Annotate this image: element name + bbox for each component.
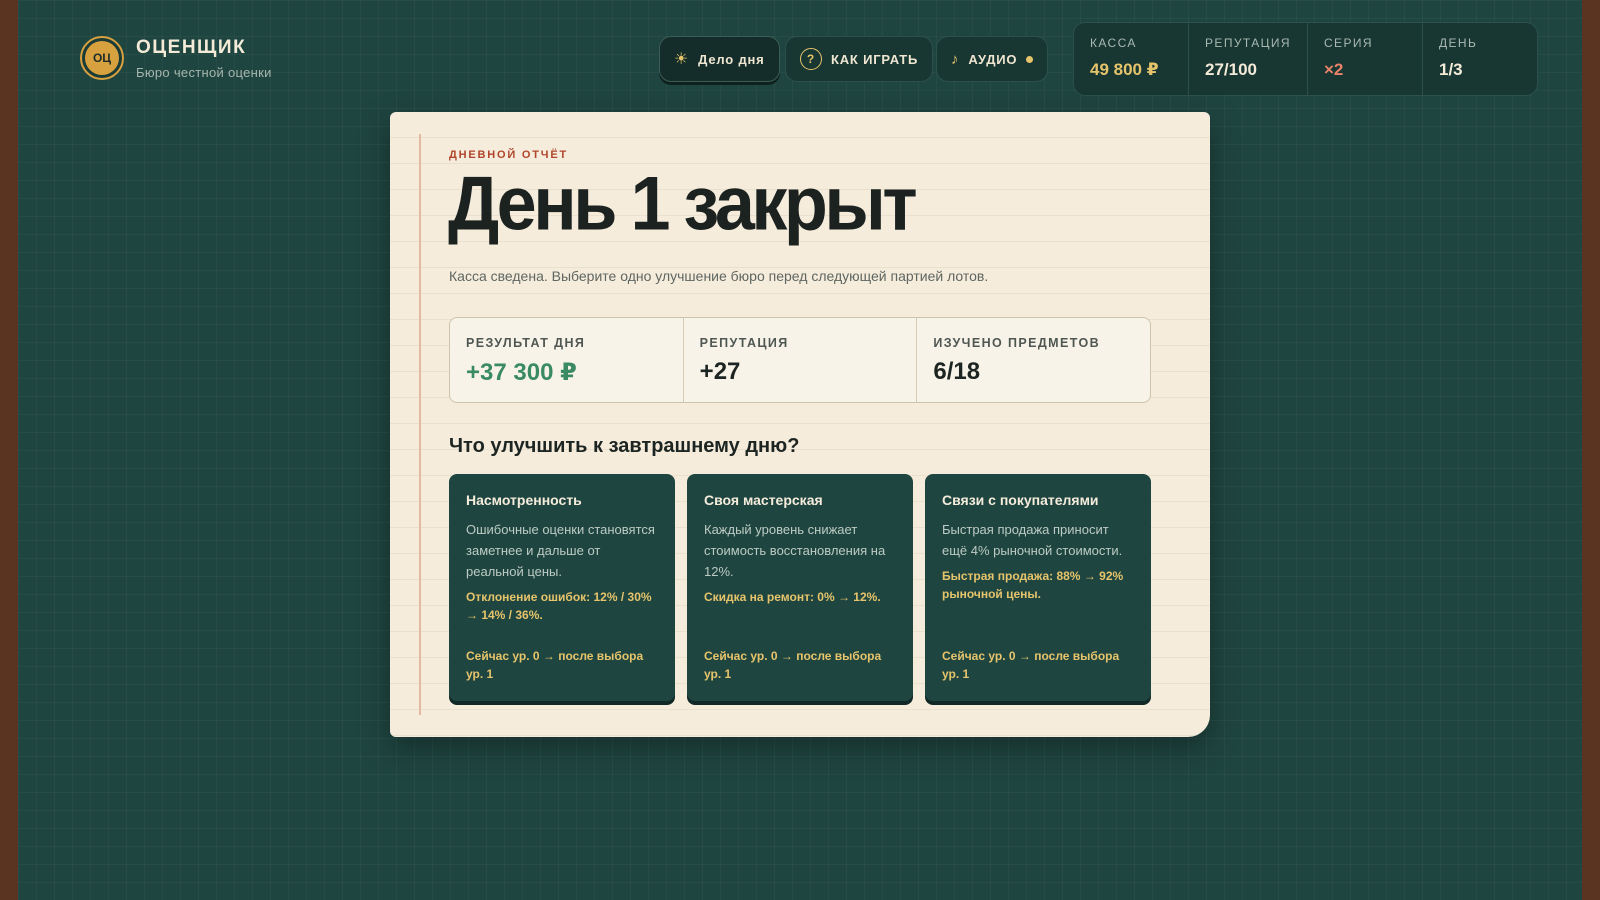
result-value: +37 300 ₽ [466,359,577,386]
stat-value: 49 800 ₽ [1090,60,1159,79]
option-title: Насмотренность [466,492,582,508]
stat-label: СЕРИЯ [1323,36,1373,50]
margin-line [419,134,421,715]
report-subtitle: Касса сведена. Выберите одно улучшение б… [449,268,989,284]
result-day-profit: РЕЗУЛЬТАТ ДНЯ +37 300 ₽ [450,318,684,402]
result-label: ИЗУЧЕНО ПРЕДМЕТОВ [933,336,1100,350]
option-effect: Быстрая продажа: 88% → 92% рыночной цены… [942,569,1124,601]
result-value: 6/18 [933,358,981,385]
stat-value: ×2 [1323,60,1344,79]
result-label: РЕЗУЛЬТАТ ДНЯ [466,336,586,350]
upgrade-options: Насмотренность Ошибочные оценки становят… [449,474,1151,701]
option-level: Сейчас ур. 0 → после выбора ур. 1 [466,649,644,681]
stat-label: РЕПУТАЦИЯ [1205,36,1291,50]
upgrade-option-workshop[interactable]: Своя мастерская Каждый уровень снижает с… [687,474,913,701]
option-description: Быстрая продажа приносит ещё 4% рыночной… [942,522,1123,558]
daily-case-button[interactable]: ☀ Дело дня [659,36,780,82]
option-effect: Скидка на ремонт: 0% → 12%. [704,590,881,604]
result-items-studied: ИЗУЧЕНО ПРЕДМЕТОВ 6/18 [917,318,1150,402]
question-icon: ? [800,48,822,70]
result-value: +27 [699,358,741,385]
option-title: Связи с покупателями [942,492,1099,508]
result-label: РЕПУТАЦИЯ [699,336,789,350]
stat-cash: КАССА 49 800 ₽ [1074,23,1190,95]
option-description: Ошибочные оценки становятся заметнее и д… [466,522,655,579]
upgrade-question: Что улучшить к завтрашнему дню? [449,435,800,457]
upgrade-option-buyers[interactable]: Связи с покупателями Быстрая продажа при… [925,474,1151,701]
music-note-icon: ♪ [951,50,960,68]
how-to-play-label: КАК ИГРАТЬ [831,51,919,67]
audio-toggle-button[interactable]: ♪ АУДИО [936,36,1049,82]
how-to-play-button[interactable]: ? КАК ИГРАТЬ [785,36,934,82]
status-dot-icon [1026,55,1034,63]
audio-label: АУДИО [968,51,1018,67]
stat-label: КАССА [1090,36,1137,50]
app-title: ОЦЕНЩИК [136,36,247,58]
app-subtitle: Бюро честной оценки [136,64,272,80]
stat-label: ДЕНЬ [1439,36,1478,50]
stats-panel: КАССА 49 800 ₽ РЕПУТАЦИЯ 27/100 СЕРИЯ ×2… [1073,22,1538,96]
stat-reputation: РЕПУТАЦИЯ 27/100 [1189,23,1308,95]
results-summary: РЕЗУЛЬТАТ ДНЯ +37 300 ₽ РЕПУТАЦИЯ +27 ИЗ… [449,317,1151,403]
brand: ОЦ ОЦЕНЩИК Бюро честной оценки [80,36,272,80]
stat-value: 1/3 [1439,60,1463,79]
stat-streak: СЕРИЯ ×2 [1308,23,1423,95]
report-kicker: ДНЕВНОЙ ОТЧЁТ [449,149,569,161]
upgrade-option-eye[interactable]: Насмотренность Ошибочные оценки становят… [449,474,675,701]
stat-value: 27/100 [1205,60,1258,79]
stat-day: ДЕНЬ 1/3 [1423,23,1537,95]
option-description: Каждый уровень снижает стоимость восстан… [704,522,886,579]
sun-icon: ☀ [674,51,690,68]
daily-report-card: ДНЕВНОЙ ОТЧЁТ День 1 закрыт Касса сведен… [390,112,1210,737]
daily-case-label: Дело дня [698,51,765,67]
logo-text: ОЦ [85,41,119,75]
logo: ОЦ [80,36,124,80]
option-level: Сейчас ур. 0 → после выбора ур. 1 [942,649,1120,681]
report-title: День 1 закрыт [448,161,918,247]
option-effect: Отклонение ошибок: 12% / 30% → 14% / 36%… [466,590,652,622]
result-reputation: РЕПУТАЦИЯ +27 [684,318,918,402]
option-title: Своя мастерская [704,492,823,508]
option-level: Сейчас ур. 0 → после выбора ур. 1 [704,649,882,681]
